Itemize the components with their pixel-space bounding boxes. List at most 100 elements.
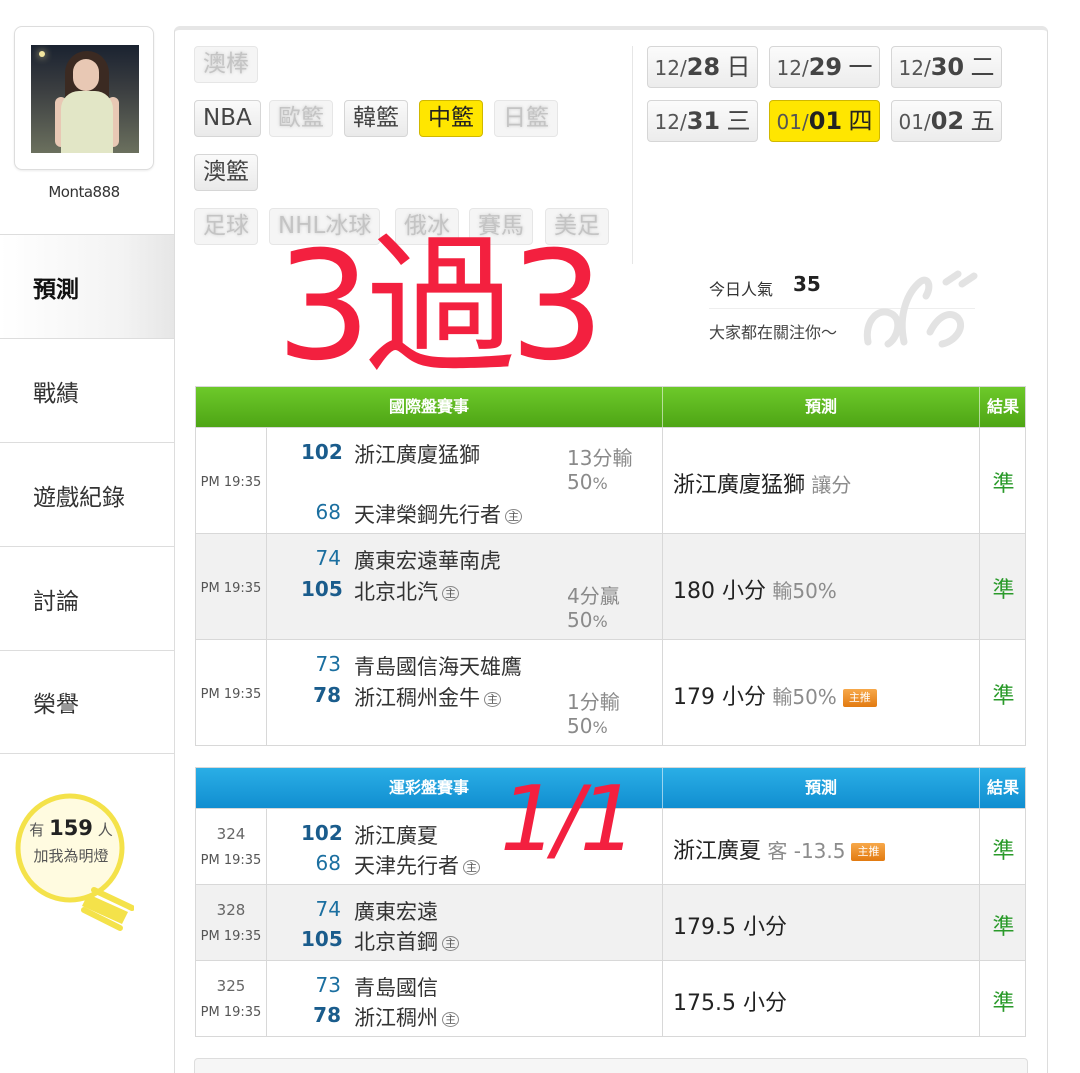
date-button-0102[interactable]: 01/02 五 (891, 100, 1002, 142)
nav-item-record[interactable]: 戰績 (0, 338, 175, 442)
result-label: 準 (992, 684, 1015, 709)
date-month: 12/ (776, 56, 809, 80)
date-button-1231[interactable]: 12/31 三 (647, 100, 758, 142)
sport-button-nba[interactable]: NBA (194, 100, 261, 137)
nav-item-honor[interactable]: 榮譽 (0, 650, 175, 754)
popularity-note: 大家都在關注你〜 (709, 323, 838, 342)
date-weekday: 日 (726, 53, 751, 81)
overlay-annotation-main: 3過3 (276, 220, 605, 394)
away-team[interactable]: 浙江廣夏 (354, 820, 438, 850)
home-score: 68 (315, 851, 341, 875)
cell-time: PM 19:35 (196, 534, 266, 639)
result-label: 準 (992, 578, 1015, 603)
avatar-card[interactable] (14, 26, 154, 170)
game-number: 325 (216, 977, 246, 995)
match-time: PM 19:35 (200, 853, 262, 868)
away-team[interactable]: 青島國信海天雄鷹 (354, 651, 522, 681)
match-time: PM 19:35 (200, 581, 262, 596)
nav-item-discussion[interactable]: 討論 (0, 546, 175, 650)
follow-label: 加我為明燈 (33, 847, 109, 865)
home-team[interactable]: 北京首鋼主 (354, 926, 459, 956)
sport-button-aus-basketball[interactable]: 澳籃 (194, 154, 258, 191)
main-pick-badge: 主推 (851, 843, 886, 861)
cell-result: 準 (979, 534, 1026, 639)
date-button-0101[interactable]: 01/01 四 (769, 100, 880, 142)
home-marker: 主 (484, 692, 501, 707)
date-month: 12/ (654, 56, 687, 80)
column-header-result: 結果 (979, 387, 1026, 427)
game-number: 328 (216, 901, 246, 919)
date-weekday: 一 (848, 53, 873, 81)
main-pick-badge: 主推 (842, 689, 877, 707)
result-label: 準 (992, 839, 1015, 864)
panel-divider (632, 46, 633, 264)
away-score: 73 (315, 652, 341, 676)
handicap-line: 1分輸 (567, 690, 620, 714)
prediction-pick-extra: 輸50% (766, 579, 837, 603)
fan-count-value: 159 (49, 816, 93, 840)
home-team[interactable]: 浙江稠州主 (354, 1002, 459, 1032)
overlay-annotation-sub: 1/1 (500, 767, 637, 872)
cell-time: PM 19:35 (196, 428, 266, 533)
avatar[interactable] (31, 45, 139, 153)
cell-time: 328 PM 19:35 (196, 885, 266, 960)
date-weekday: 五 (970, 107, 995, 135)
cell-match: 102 浙江廣廈猛獅 68 天津榮鋼先行者主 13分輸 50% (266, 428, 662, 533)
date-month: 01/ (776, 110, 809, 134)
cell-prediction: 浙江廣夏 客 -13.5 主推 (662, 809, 979, 884)
home-team[interactable]: 天津先行者主 (354, 850, 480, 880)
prediction-pick: 180 小分 輸50% (673, 573, 837, 605)
cell-prediction: 175.5 小分 (662, 961, 979, 1036)
sport-button-china-basketball[interactable]: 中籃 (419, 100, 483, 137)
date-weekday: 四 (848, 107, 873, 135)
cell-time: PM 19:35 (196, 640, 266, 745)
home-team[interactable]: 北京北汽主 (354, 576, 459, 606)
away-team[interactable]: 廣東宏遠華南虎 (354, 545, 501, 575)
result-label: 準 (992, 472, 1015, 497)
sport-button-soccer[interactable]: 足球 (194, 208, 258, 245)
prediction-pick-extra: 輸50% (766, 685, 837, 709)
sport-button-japan-basketball[interactable]: 日籃 (494, 100, 558, 137)
username[interactable]: Monta888 (0, 183, 168, 201)
fan-count[interactable]: 有 159 人 加我為明燈 (16, 815, 126, 869)
home-marker: 主 (463, 860, 480, 875)
nav-item-game-log[interactable]: 遊戲紀錄 (0, 442, 175, 546)
sport-button-euro-basketball[interactable]: 歐籃 (269, 100, 333, 137)
sport-button-aus-baseball[interactable]: 澳棒 (194, 46, 258, 83)
away-team[interactable]: 浙江廣廈猛獅 (354, 439, 480, 469)
result-label: 準 (992, 915, 1015, 940)
cell-result: 準 (979, 885, 1026, 960)
column-header-prediction: 預測 (662, 387, 979, 427)
away-score: 74 (315, 897, 341, 921)
match-time: PM 19:35 (200, 1005, 262, 1020)
handicap-percent: 50% (567, 470, 608, 494)
date-month: 12/ (898, 56, 931, 80)
column-header-prediction: 預測 (662, 768, 979, 808)
home-team[interactable]: 浙江稠州金牛主 (354, 682, 501, 712)
date-button-1230[interactable]: 12/30 二 (891, 46, 1002, 88)
date-button-1228[interactable]: 12/28 日 (647, 46, 758, 88)
away-team[interactable]: 青島國信 (354, 972, 438, 1002)
cell-prediction: 180 小分 輸50% (662, 534, 979, 639)
match-time: PM 19:35 (200, 475, 262, 490)
prediction-pick-extra: 客 -13.5 (761, 839, 846, 863)
prediction-pick-text: 175.5 小分 (673, 991, 787, 1016)
date-month: 01/ (898, 110, 931, 134)
popularity-label: 今日人氣 (709, 280, 774, 299)
date-button-1229[interactable]: 12/29 一 (769, 46, 880, 88)
away-team[interactable]: 廣東宏遠 (354, 896, 438, 926)
sport-button-korea-basketball[interactable]: 韓籃 (344, 100, 408, 137)
sidebar: Monta888 預測 戰績 遊戲紀錄 討論 榮譽 有 159 人 加我為明燈 (0, 0, 175, 1073)
prediction-pick: 175.5 小分 (673, 985, 787, 1017)
nav-item-predict[interactable]: 預測 (0, 234, 175, 338)
home-marker: 主 (442, 586, 459, 601)
date-weekday: 三 (726, 107, 751, 135)
cell-match: 73 青島國信海天雄鷹 78 浙江稠州金牛主 1分輸 50% (266, 640, 662, 745)
game-number: 324 (216, 825, 246, 843)
handicap-percent-unit: % (592, 718, 608, 737)
cell-prediction: 179 小分 輸50% 主推 (662, 640, 979, 745)
cell-result: 準 (979, 961, 1026, 1036)
prediction-pick-text: 179.5 小分 (673, 915, 787, 940)
cell-prediction: 浙江廣廈猛獅 讓分 (662, 428, 979, 533)
home-team[interactable]: 天津榮鋼先行者主 (354, 499, 522, 529)
